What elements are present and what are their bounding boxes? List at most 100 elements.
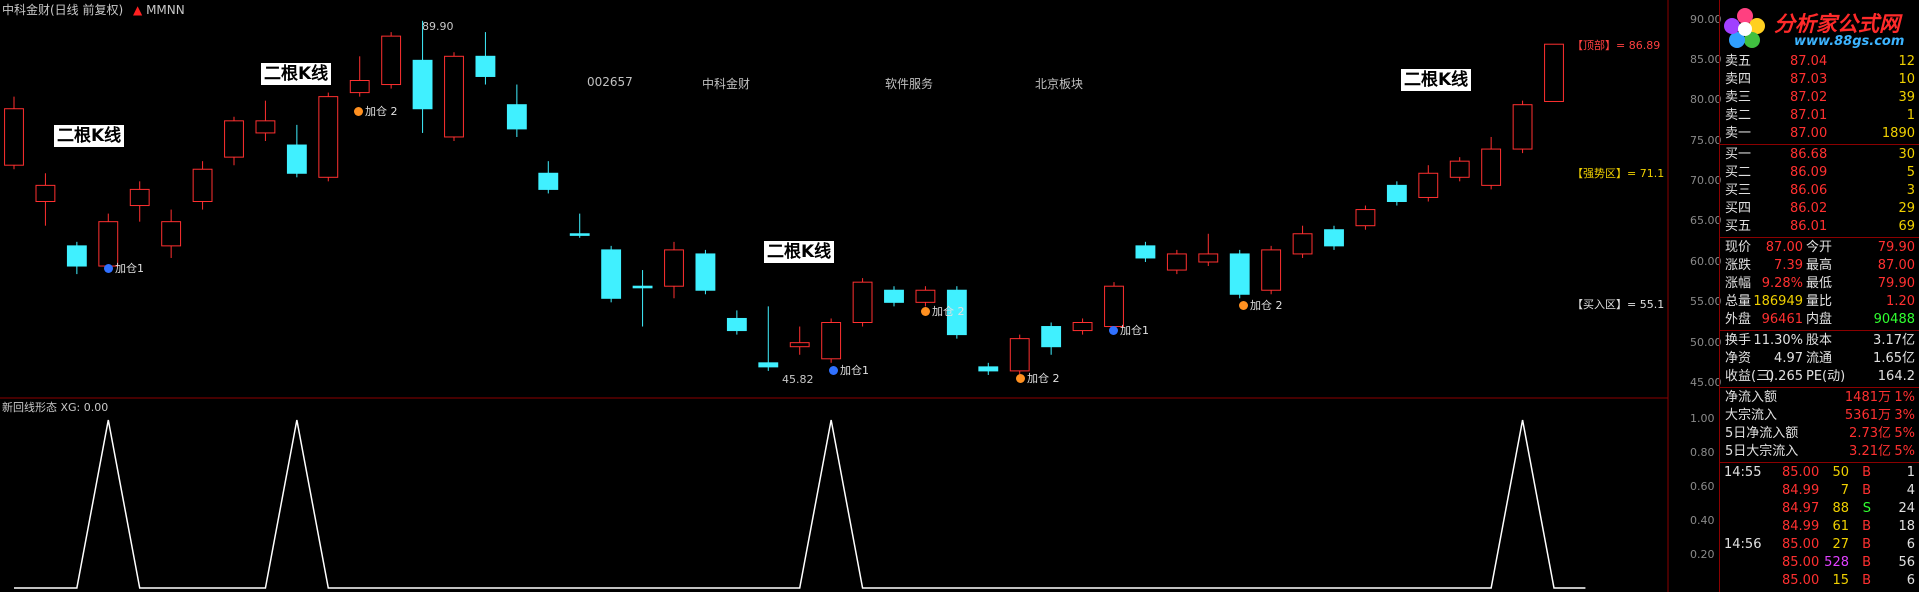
stat-row: 收益(三) 0.265 PE(动) 164.2: [1725, 369, 1915, 384]
tick-row: 84.97 88 S 24: [1782, 501, 1915, 516]
candle-body: [1418, 172, 1439, 198]
candle-body: [224, 120, 244, 158]
add-position-label: 加仓 2: [1239, 297, 1283, 313]
stat-row: 涨跌 7.39 最高 87.00: [1725, 258, 1915, 273]
tick-row: 85.00 528 B 56: [1782, 555, 1915, 570]
zone-top-label: 【顶部】= 86.89: [1572, 39, 1661, 52]
stat-row: 净资 4.97 流通 1.65亿: [1725, 351, 1915, 366]
price-axis-label: 80.00: [1690, 93, 1722, 106]
ask-row[interactable]: 卖二 87.01 1: [1720, 107, 1919, 125]
ask-row[interactable]: 卖五 87.04 12: [1720, 53, 1919, 71]
quote-panel: 卖五 87.04 12 卖四 87.03 10 卖三 87.02 39 卖二 87.01 1 卖一 87.…: [1720, 0, 1919, 592]
ask-row[interactable]: 卖三 87.02 39: [1720, 89, 1919, 107]
candle-body: [915, 289, 936, 303]
flow-row: 5日净流入额 2.73亿 5%: [1725, 426, 1915, 441]
tick-row: 14:55 85.00 50 B 1: [1724, 465, 1915, 480]
low-price-label: 45.82: [782, 373, 814, 386]
bid-row[interactable]: 买四 86.02 29: [1720, 200, 1919, 218]
candle-body: [758, 362, 779, 368]
candle-body: [1229, 253, 1250, 295]
industry: 软件服务: [885, 77, 934, 91]
add-position-icon: [1016, 374, 1025, 383]
add-position-label: 加仓 2: [921, 303, 965, 319]
indicator-panel-label: 新回线形态 XG: 0.00: [2, 401, 109, 414]
candle-body: [1198, 253, 1219, 263]
divider: [1720, 237, 1919, 238]
candle-body: [664, 249, 684, 287]
candle-body: [1544, 43, 1564, 102]
zone-buy-label: 【买入区】= 55.1: [1572, 298, 1665, 311]
stock-code: 002657: [587, 75, 633, 89]
bid-row[interactable]: 买三 86.06 3: [1720, 182, 1919, 200]
stock-title: 中科金财(日线 前复权): [2, 3, 124, 17]
indicator-line: [14, 419, 1586, 589]
add-position-label: 加仓 2: [1016, 370, 1060, 386]
divider: [1720, 144, 1919, 145]
candle-body: [1292, 233, 1313, 255]
stock-name: 中科金财: [702, 77, 751, 91]
candle-body: [1355, 209, 1376, 227]
indicator-axis-label: 0.60: [1690, 480, 1715, 493]
ask-row[interactable]: 卖四 87.03 10: [1720, 71, 1919, 89]
chart-header: 中科金财(日线 前复权) ▲ MMNN: [2, 1, 185, 18]
ask-row[interactable]: 卖一 87.00 1890: [1720, 125, 1919, 143]
candle-body: [601, 249, 622, 299]
stat-row: 换手 11.30% 股本 3.17亿: [1725, 333, 1915, 348]
indicator-axis-label: 0.80: [1690, 446, 1715, 459]
candle-body: [4, 108, 24, 166]
candle-body: [475, 55, 496, 77]
candle-body: [695, 253, 716, 291]
candle-body: [318, 96, 339, 178]
bid-row[interactable]: 买一 86.68 30: [1720, 146, 1919, 164]
add-position-icon: [354, 107, 363, 116]
flow-row: 5日大宗流入 3.21亿 5%: [1725, 444, 1915, 459]
flow-row: 净流入额 1481万 1%: [1725, 390, 1915, 405]
candle-body: [538, 172, 559, 190]
price-axis-label: 60.00: [1690, 255, 1722, 268]
candle-body: [1072, 322, 1093, 332]
callout-two-k: 二根K线: [260, 62, 333, 86]
add-position-icon: [829, 366, 838, 375]
candle-body: [161, 221, 182, 247]
tick-row: 85.00 15 B 6: [1782, 573, 1915, 588]
callout-two-k: 二根K线: [1400, 68, 1473, 92]
candle-body: [1166, 253, 1187, 271]
add-position-icon: [1109, 326, 1118, 335]
price-axis-label: 55.00: [1690, 295, 1722, 308]
candle-body: [789, 342, 810, 348]
tick-row: 84.99 7 B 4: [1782, 483, 1915, 498]
candle-body: [381, 35, 402, 86]
divider: [1720, 330, 1919, 331]
price-axis-label: 75.00: [1690, 134, 1722, 147]
candle-body: [349, 80, 370, 94]
indicator-axis-label: 1.00: [1690, 412, 1715, 425]
candle-body: [1449, 160, 1470, 178]
price-axis-label: 70.00: [1690, 174, 1722, 187]
price-axis-label: 65.00: [1690, 214, 1722, 227]
stat-row: 总量 186949 量比 1.20: [1725, 294, 1915, 309]
price-axis-label: 50.00: [1690, 336, 1722, 349]
indicator-axis-label: 0.20: [1690, 548, 1715, 561]
candle-body: [192, 168, 213, 203]
candle-body: [444, 55, 464, 138]
zone-strong-label: 【强势区】= 71.1: [1572, 167, 1665, 180]
divider: [1720, 462, 1919, 463]
bid-row[interactable]: 买二 86.09 5: [1720, 164, 1919, 182]
add-position-icon: [921, 307, 930, 316]
candle-body: [632, 285, 653, 289]
candle-body: [1324, 229, 1344, 247]
price-axis-label: 90.00: [1690, 13, 1722, 26]
add-position-label: 加仓1: [829, 362, 869, 378]
candle-body: [1481, 148, 1502, 186]
candle-body: [1261, 249, 1282, 291]
candle-body: [1104, 285, 1124, 328]
add-position-label: 加仓1: [1109, 322, 1149, 338]
candle-body: [286, 144, 307, 174]
callout-two-k: 二根K线: [763, 240, 836, 264]
bid-row[interactable]: 买五 86.01 69: [1720, 218, 1919, 236]
stat-row: 外盘 96461 内盘 90488: [1725, 312, 1915, 327]
price-axis-label: 45.00: [1690, 376, 1722, 389]
candle-body: [1135, 245, 1156, 259]
candle-body: [884, 289, 904, 303]
flow-row: 大宗流入 5361万 3%: [1725, 408, 1915, 423]
